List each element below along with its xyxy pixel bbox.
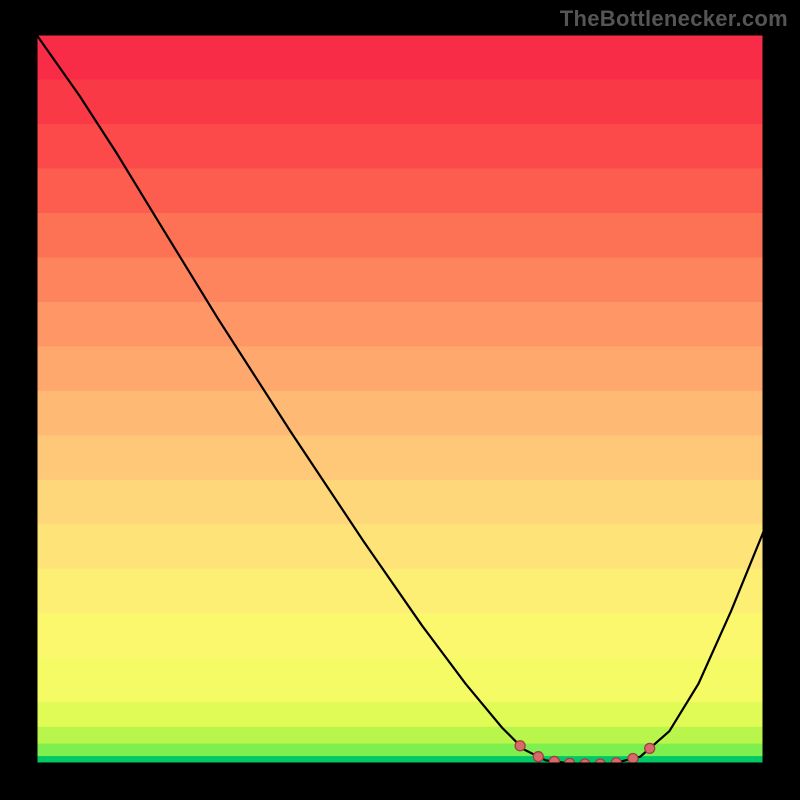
curve-marker xyxy=(645,743,655,753)
curve-marker xyxy=(533,752,543,762)
chart-frame: { "attribution": "TheBottlenecker.com", … xyxy=(0,0,800,800)
bottleneck-chart xyxy=(0,0,800,800)
gradient-background xyxy=(36,34,764,765)
curve-marker xyxy=(515,741,525,751)
curve-marker xyxy=(628,754,638,764)
